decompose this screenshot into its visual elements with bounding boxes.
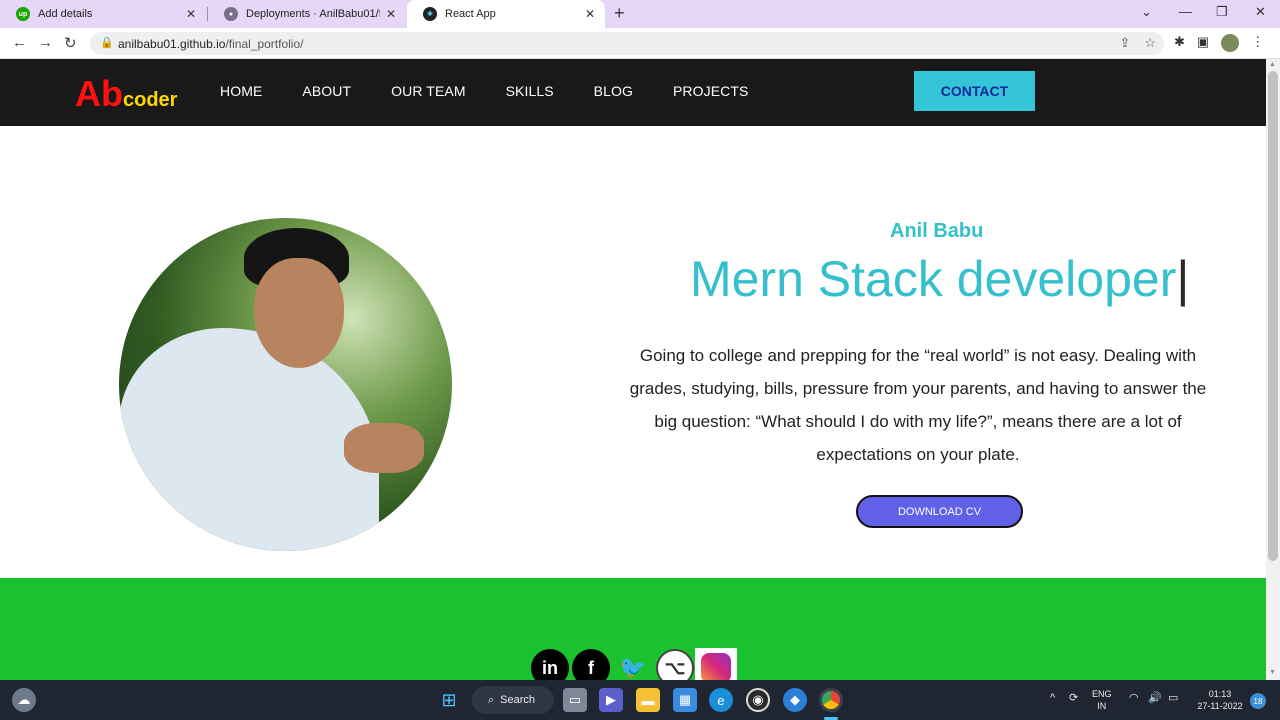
nav-our-team[interactable]: OUR TEAM (391, 83, 465, 99)
close-tab-icon[interactable]: ✕ (186, 7, 196, 21)
notification-badge[interactable]: 18 (1250, 693, 1266, 709)
tab-add-details[interactable]: up Add details ✕ (0, 0, 206, 28)
nav-links: HOME ABOUT OUR TEAM SKILLS BLOG PROJECTS (220, 83, 788, 99)
nav-home[interactable]: HOME (220, 83, 262, 99)
tab-label: React App (445, 8, 496, 20)
file-explorer-icon[interactable]: ▬ (636, 688, 660, 712)
github-icon: ● (224, 7, 238, 21)
headline: Mern Stack developer| (690, 250, 1189, 308)
app-icon[interactable]: ◉ (746, 688, 770, 712)
bookmark-star-icon[interactable]: ☆ (1144, 35, 1156, 51)
teams-icon[interactable]: ▶ (599, 688, 623, 712)
site-logo[interactable]: Abcoder (75, 73, 177, 115)
tab-search-icon[interactable]: ⌄ (1141, 4, 1152, 20)
nav-blog[interactable]: BLOG (594, 83, 633, 99)
browser-toolbar: ← → ↻ 🔒 anilbabu01.github.io/final_portf… (0, 28, 1280, 59)
page-viewport: Abcoder HOME ABOUT OUR TEAM SKILLS BLOG … (0, 59, 1266, 680)
close-window-icon[interactable]: ✕ (1255, 4, 1266, 20)
chrome-icon[interactable] (819, 688, 843, 712)
task-view-icon[interactable]: ▭ (563, 688, 587, 712)
side-panel-icon[interactable]: ▣ (1197, 34, 1209, 52)
forward-icon[interactable]: → (38, 34, 53, 51)
maximize-icon[interactable]: ❐ (1216, 4, 1228, 20)
tab-label: Deployments · AnilBabu01/final_ (246, 8, 380, 20)
vscode-icon[interactable]: ◆ (783, 688, 807, 712)
site-navbar: Abcoder HOME ABOUT OUR TEAM SKILLS BLOG … (0, 59, 1266, 126)
volume-icon[interactable]: 🔊 (1148, 692, 1162, 704)
store-icon[interactable]: ▦ (673, 688, 697, 712)
edge-icon[interactable]: e (709, 688, 733, 712)
menu-icon[interactable]: ⋮ (1251, 34, 1264, 52)
tab-deployments[interactable]: ● Deployments · AnilBabu01/final_ ✕ (208, 0, 406, 28)
clock-time: 01:13 (1208, 689, 1232, 699)
lock-icon[interactable]: 🔒 (100, 36, 114, 49)
extensions-icon[interactable]: ✱ (1174, 34, 1185, 52)
new-tab-icon[interactable]: + (614, 3, 625, 24)
instagram-icon[interactable] (695, 648, 737, 680)
lang-top: ENG (1092, 689, 1112, 699)
clock-date: 27-11-2022 (1197, 701, 1243, 711)
start-icon[interactable]: ⊞ (437, 688, 461, 712)
url-host: anilbabu01.github.io (118, 37, 226, 51)
twitter-icon[interactable]: 🐦 (618, 648, 648, 680)
toolbar-actions: ✱ ▣ ⋮ (1174, 34, 1264, 52)
nav-projects[interactable]: PROJECTS (673, 83, 748, 99)
photo-shirt (119, 328, 379, 551)
github-icon[interactable]: ⌥ (656, 648, 694, 680)
battery-icon[interactable]: ▭ (1168, 692, 1178, 704)
typing-cursor: | (1176, 251, 1190, 307)
profile-name: Anil Babu (890, 220, 984, 242)
wifi-icon[interactable]: ◠ (1129, 692, 1139, 704)
search-label: Search (500, 694, 536, 706)
language-indicator[interactable]: ENG IN (1092, 688, 1112, 712)
logo-coder: coder (123, 89, 178, 111)
page-scrollbar[interactable]: ▲ ▼ (1266, 59, 1280, 680)
weather-icon[interactable]: ☁ (12, 688, 36, 712)
taskbar: ☁ ⊞ ⌕ Search ▭ ▶ ▬ ▦ e ◉ ◆ ^ ⟳ ENG IN ◠ 🔊 … (0, 680, 1280, 720)
url-path: /final_portfolio/ (225, 37, 304, 51)
url-text: anilbabu01.github.io/final_portfolio/ (118, 37, 303, 51)
profile-avatar[interactable] (1221, 34, 1240, 52)
minimize-icon[interactable]: — (1179, 4, 1192, 19)
headline-text: Mern Stack developer (690, 251, 1177, 307)
nav-skills[interactable]: SKILLS (506, 83, 554, 99)
tray-overflow-icon[interactable]: ^ (1050, 692, 1055, 704)
scroll-down-icon[interactable]: ▼ (1269, 669, 1276, 676)
nav-about[interactable]: ABOUT (302, 83, 351, 99)
react-icon: ⚛ (423, 7, 437, 21)
linkedin-icon[interactable]: in (531, 648, 569, 680)
footer: in f 🐦 ⌥ (0, 578, 1266, 680)
taskbar-search[interactable]: ⌕ Search (472, 686, 554, 714)
close-tab-icon[interactable]: ✕ (386, 7, 396, 21)
back-icon[interactable]: ← (12, 34, 27, 51)
photo-hands (344, 423, 424, 473)
tab-label: Add details (38, 8, 93, 20)
share-icon[interactable]: ⇪ (1119, 35, 1130, 51)
scroll-thumb[interactable] (1268, 71, 1278, 561)
facebook-icon[interactable]: f (572, 648, 610, 680)
close-tab-icon[interactable]: ✕ (585, 7, 595, 21)
contact-button[interactable]: CONTACT (914, 71, 1035, 111)
photo-face (254, 258, 344, 368)
search-icon: ⌕ (488, 693, 495, 706)
clock[interactable]: 01:13 27-11-2022 (1193, 688, 1247, 712)
scroll-up-icon[interactable]: ▲ (1269, 61, 1276, 68)
sync-icon[interactable]: ⟳ (1069, 692, 1078, 704)
logo-ab: Ab (75, 73, 123, 114)
lang-bottom: IN (1097, 701, 1107, 711)
address-bar[interactable]: 🔒 anilbabu01.github.io/final_portfolio/ … (90, 32, 1164, 55)
reload-icon[interactable]: ↻ (64, 34, 77, 52)
download-cv-button[interactable]: DOWNLOAD CV (856, 495, 1023, 528)
upwork-icon: up (16, 7, 30, 21)
profile-photo (119, 218, 452, 551)
tab-react-app[interactable]: ⚛ React App ✕ (407, 0, 605, 28)
browser-tab-strip: up Add details ✕ ● Deployments · AnilBab… (0, 0, 1280, 28)
bio-paragraph: Going to college and prepping for the “r… (629, 346, 1207, 464)
omnibox-actions: ⇪ ☆ (1119, 35, 1156, 51)
